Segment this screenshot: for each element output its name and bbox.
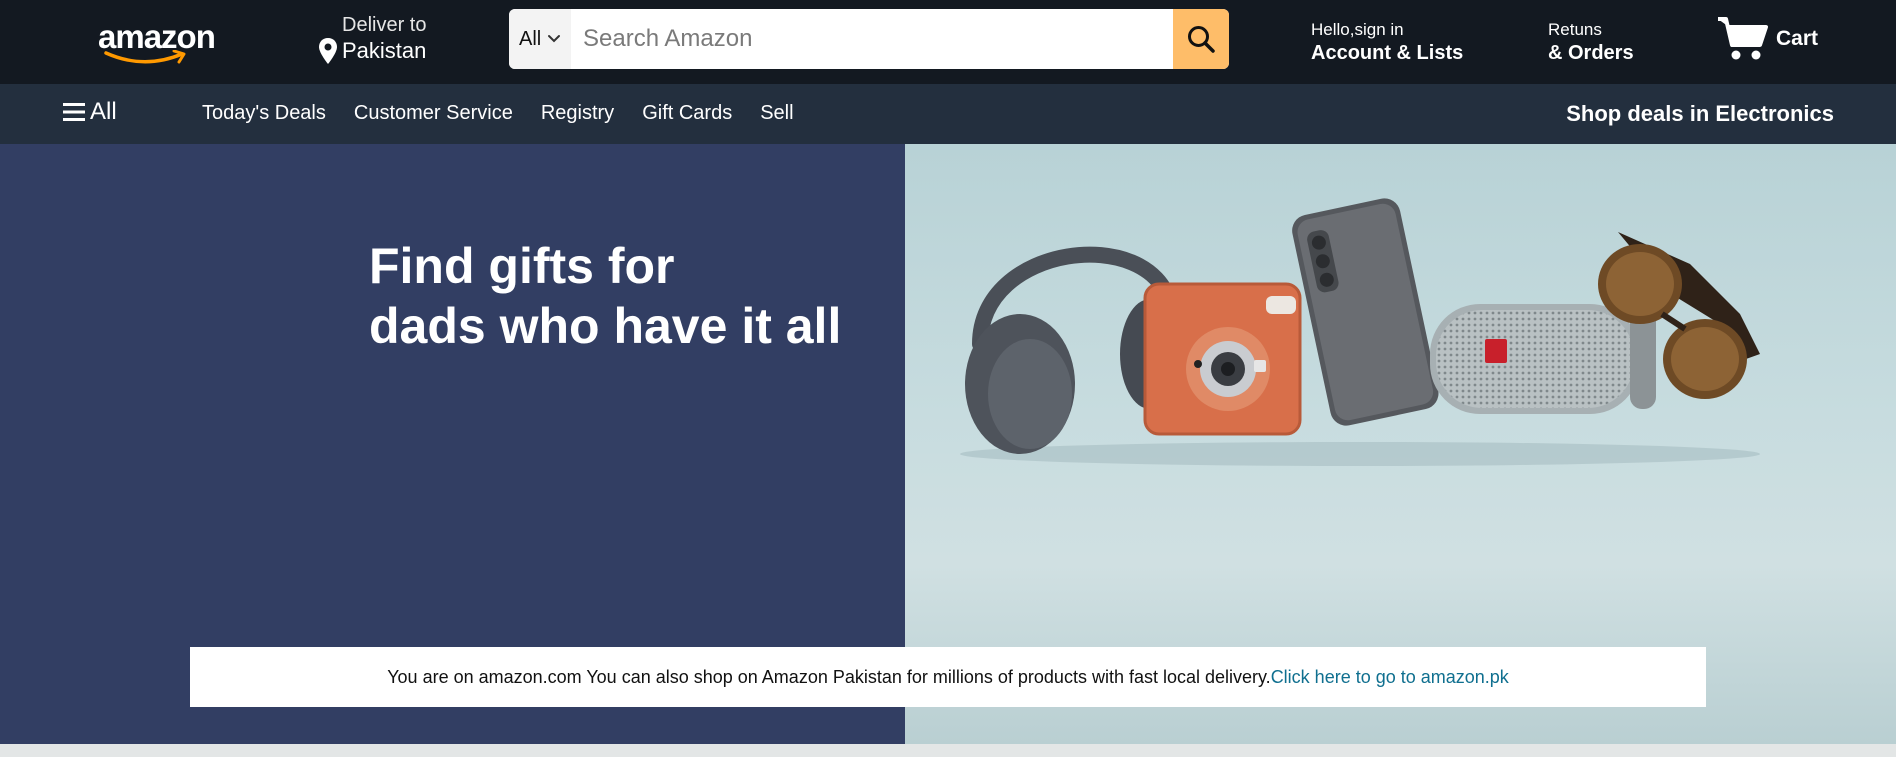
instant-camera-illustration [1143, 282, 1302, 436]
map-pin-icon [319, 38, 337, 64]
go-to-amazon-pk-link[interactable]: Click here to go to amazon.pk [1271, 667, 1509, 688]
search-button[interactable] [1173, 9, 1229, 69]
account-greeting: Hello,sign in [1311, 20, 1404, 39]
products-illustration [960, 198, 1760, 466]
nav-link-customer-service[interactable]: Customer Service [354, 102, 513, 125]
nav-link-todays-deals[interactable]: Today's Deals [202, 102, 326, 125]
nav-link-registry[interactable]: Registry [541, 102, 614, 125]
hero-banner[interactable]: Find gifts for dads who have it all You … [0, 144, 1896, 744]
nav-link-gift-cards[interactable]: Gift Cards [642, 102, 732, 125]
top-header: amazon Deliver to Pakistan All He [0, 0, 1896, 84]
chevron-down-icon [548, 35, 561, 43]
amazon-logo[interactable]: amazon [98, 18, 222, 64]
all-menu-label: All [90, 98, 117, 125]
deliver-label: Deliver to [342, 14, 427, 36]
locale-notice-text: You are on amazon.com You can also shop … [387, 666, 1271, 687]
nav-link-sell[interactable]: Sell [760, 102, 793, 125]
orders-label: & Orders [1548, 42, 1634, 64]
cart-button[interactable]: Cart [1716, 14, 1818, 64]
search-icon [1188, 26, 1215, 53]
locale-notice: You are on amazon.com You can also shop … [190, 647, 1706, 707]
search-category-label: All [519, 27, 542, 50]
cart-label: Cart [1776, 27, 1819, 50]
account-lists-label: Account & Lists [1311, 42, 1464, 64]
secondary-nav: All Today's Deals Customer Service Regis… [0, 84, 1896, 144]
returns-label: Retuns [1548, 20, 1602, 39]
search-bar: All [509, 9, 1229, 69]
search-input[interactable] [571, 9, 1182, 69]
speaker-illustration [1430, 304, 1656, 414]
logo-smile-icon [104, 50, 186, 64]
smartphone-illustration [1292, 198, 1439, 426]
hero-title-line2: dads who have it all [369, 298, 842, 354]
all-menu-button[interactable]: All [62, 98, 117, 126]
hero-title-line1: Find gifts for [369, 238, 675, 294]
account-lists[interactable]: Hello,sign in Account & Lists [1311, 20, 1463, 65]
hamburger-icon [63, 103, 85, 121]
cart-icon [1718, 17, 1768, 60]
electronics-deals-link[interactable]: Shop deals in Electronics [1566, 101, 1834, 127]
deliver-to[interactable]: Deliver to Pakistan [318, 14, 438, 64]
page-bottom-strip [0, 744, 1896, 757]
returns-orders[interactable]: Retuns & Orders [1548, 20, 1634, 65]
deliver-location: Pakistan [342, 38, 427, 63]
nav-links: Today's Deals Customer Service Registry … [202, 102, 794, 125]
hero-title: Find gifts for dads who have it all [369, 236, 889, 356]
search-category-dropdown[interactable]: All [509, 9, 571, 69]
